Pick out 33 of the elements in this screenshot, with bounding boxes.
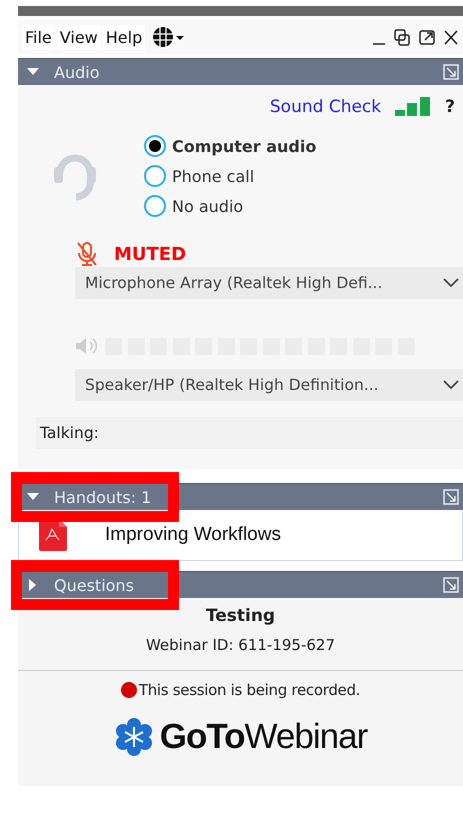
chevron-down-icon <box>443 278 459 288</box>
recording-icon <box>120 682 137 698</box>
webinar-title: Testing <box>206 606 276 626</box>
globe-icon[interactable] <box>151 25 186 49</box>
microphone-dropdown[interactable]: Microphone Array (Realtek High Defi... <box>75 267 463 299</box>
audio-option[interactable]: Computer audio <box>144 135 316 157</box>
undock-icon[interactable] <box>443 64 459 80</box>
handout-link[interactable]: Improving Workflows <box>105 524 281 546</box>
pdf-file-icon <box>39 519 67 551</box>
signal-bars-icon <box>395 97 432 117</box>
sound-check-link[interactable]: Sound Check <box>270 97 382 117</box>
undock-icon[interactable] <box>443 489 459 505</box>
chevron-down-icon <box>443 380 459 390</box>
radio-button[interactable] <box>144 165 166 187</box>
speaker-icon <box>75 337 99 355</box>
audio-option[interactable]: Phone call <box>144 165 316 187</box>
radio-button[interactable] <box>144 135 166 157</box>
undock-icon[interactable] <box>443 577 459 593</box>
mute-status: MUTED <box>114 244 186 264</box>
webinar-id: Webinar ID: 611-195-627 <box>146 636 336 654</box>
speaker-dropdown[interactable]: Speaker/HP (Realtek High Definition... <box>75 369 463 401</box>
section-toggle[interactable]: Questions <box>18 576 134 594</box>
talking-label: Talking: <box>36 417 463 449</box>
help-button[interactable]: ? <box>445 97 455 117</box>
recording-notice: This session is being recorded. <box>138 681 360 699</box>
product-logo-text: GoToWebinar <box>160 717 368 757</box>
menu-item[interactable]: View <box>56 24 101 50</box>
flower-logo-icon <box>114 717 154 757</box>
audio-option[interactable]: No audio <box>144 195 316 217</box>
menu-item[interactable]: Help <box>102 24 146 50</box>
menu-item[interactable]: File <box>22 24 55 50</box>
section-toggle[interactable]: Audio <box>18 62 100 82</box>
radio-button[interactable] <box>144 195 166 217</box>
